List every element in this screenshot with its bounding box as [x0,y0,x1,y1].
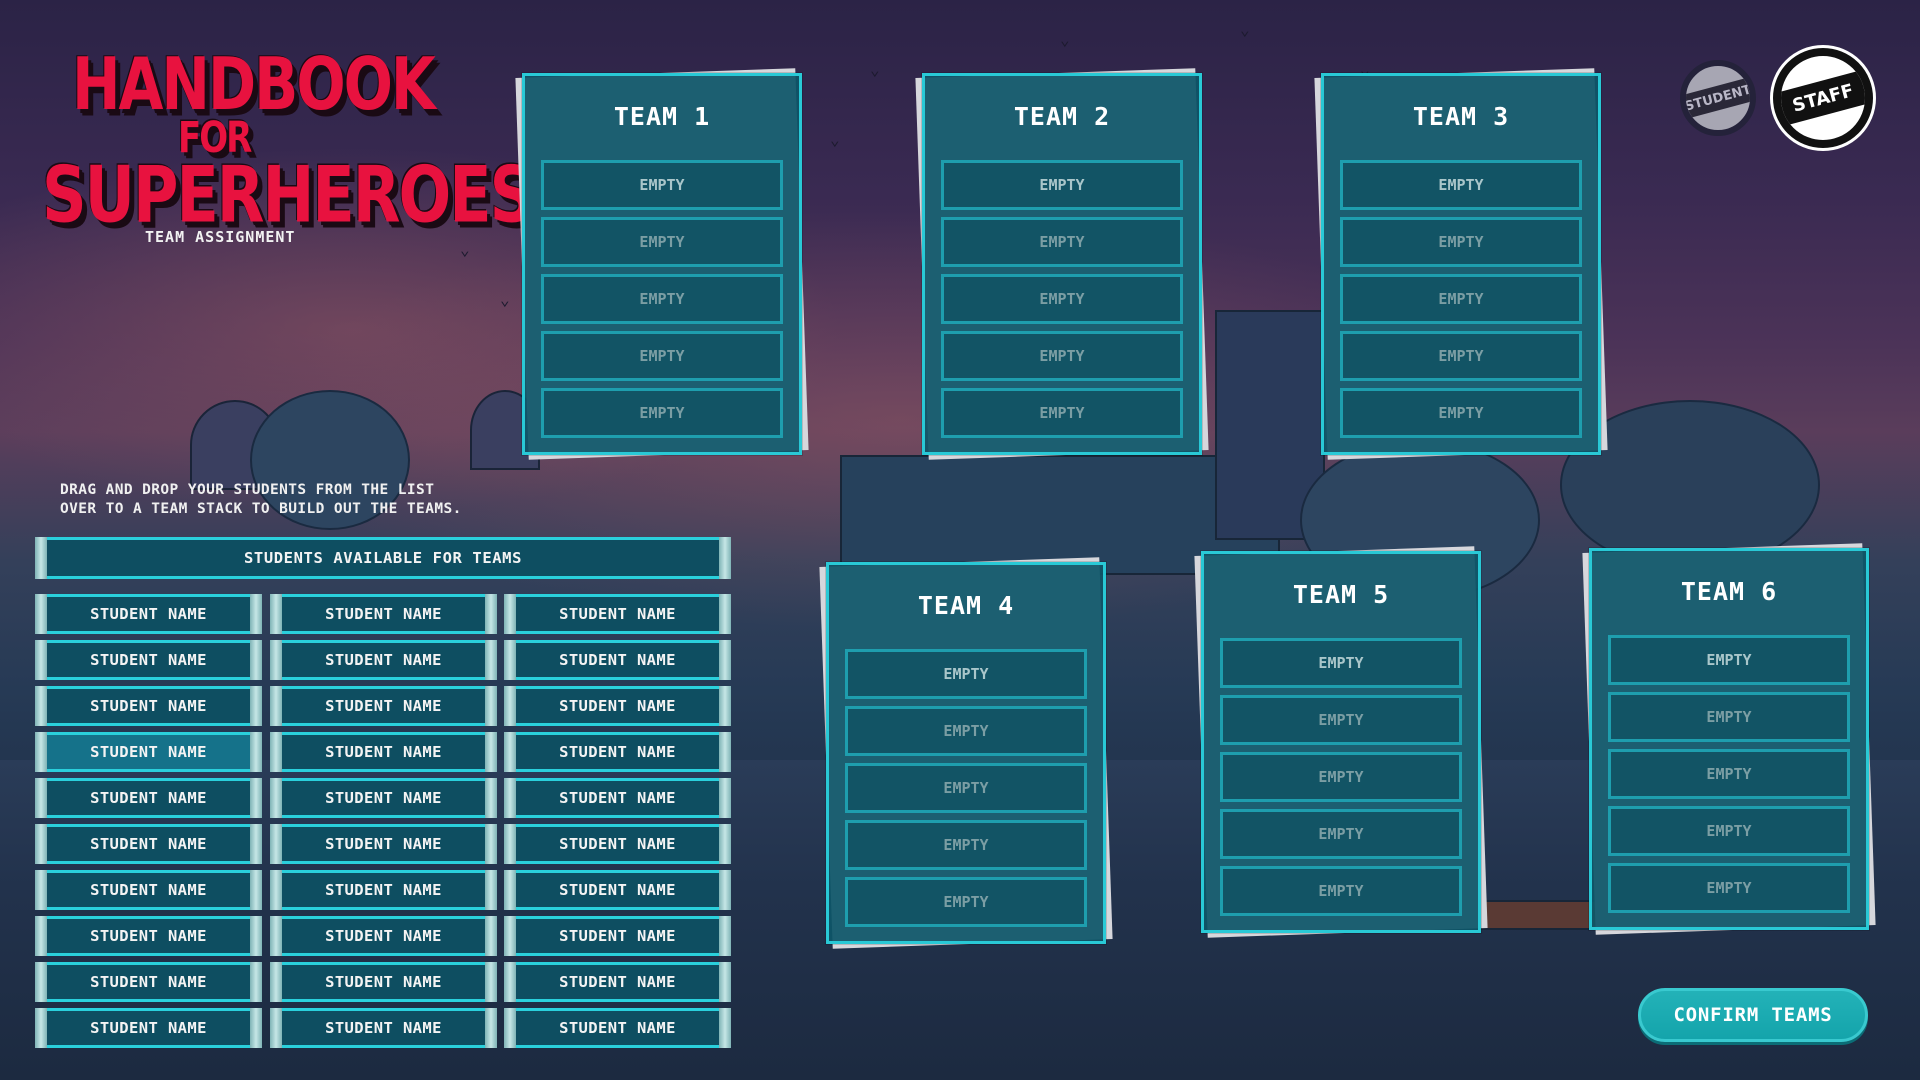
instructions-text: DRAG AND DROP YOUR STUDENTS FROM THE LIS… [60,482,462,517]
team-panel-1[interactable]: TEAM 1 EMPTY EMPTY EMPTY EMPTY EMPTY [515,68,809,460]
team-slot[interactable]: EMPTY [1340,388,1582,438]
student-card[interactable]: STUDENT NAME [35,916,262,956]
student-card[interactable]: STUDENT NAME [504,1008,731,1048]
student-role-label: STUDENT [1686,75,1750,121]
student-card[interactable]: STUDENT NAME [504,686,731,726]
logo-line-handbook: HANDBOOK [72,41,436,127]
team-title: TEAM 2 [1013,102,1111,131]
logo-line-superheroes: SUPERHEROES [42,148,534,241]
team-slot[interactable]: EMPTY [1340,274,1582,324]
team-card: TEAM 3 EMPTY EMPTY EMPTY EMPTY EMPTY [1321,73,1601,455]
student-card[interactable]: STUDENT NAME [504,824,731,864]
team-slot[interactable]: EMPTY [1220,809,1462,859]
student-card[interactable]: STUDENT NAME [35,686,262,726]
team-slot[interactable]: EMPTY [845,820,1087,870]
student-card[interactable]: STUDENT NAME [504,732,731,772]
student-card[interactable]: STUDENT NAME [35,594,262,634]
team-slot[interactable]: EMPTY [845,649,1087,699]
team-panel-2[interactable]: TEAM 2 EMPTY EMPTY EMPTY EMPTY EMPTY [915,68,1209,460]
student-card[interactable]: STUDENT NAME [270,732,497,772]
team-slot[interactable]: EMPTY [845,763,1087,813]
team-slot[interactable]: EMPTY [941,331,1183,381]
team-panel-4[interactable]: TEAM 4 EMPTY EMPTY EMPTY EMPTY EMPTY [819,557,1113,949]
student-card[interactable]: STUDENT NAME [270,824,497,864]
student-card[interactable]: STUDENT NAME [35,824,262,864]
student-card[interactable]: STUDENT NAME [35,870,262,910]
team-slot[interactable]: EMPTY [941,217,1183,267]
staff-role-button[interactable]: STAFF [1773,48,1873,148]
game-logo: HANDBOOK FOR SUPERHEROES [38,40,534,241]
bird-icon: ⌄ [460,240,470,259]
team-title: TEAM 3 [1412,102,1510,131]
student-card[interactable]: STUDENT NAME [270,870,497,910]
team-card: TEAM 6 EMPTY EMPTY EMPTY EMPTY EMPTY [1589,548,1869,930]
bird-icon: ⌄ [500,290,510,309]
team-slot[interactable]: EMPTY [1220,638,1462,688]
student-card[interactable]: STUDENT NAME [270,1008,497,1048]
student-card[interactable]: STUDENT NAME [504,916,731,956]
bird-icon: ⌄ [830,130,840,149]
student-card[interactable]: STUDENT NAME [35,778,262,818]
student-card[interactable]: STUDENT NAME [504,962,731,1002]
team-panel-6[interactable]: TEAM 6 EMPTY EMPTY EMPTY EMPTY EMPTY [1582,543,1876,935]
bird-icon: ⌄ [1240,20,1250,39]
student-role-button[interactable]: STUDENT [1680,60,1756,136]
team-slot[interactable]: EMPTY [845,706,1087,756]
team-slot[interactable]: EMPTY [941,388,1183,438]
team-title: TEAM 1 [613,102,711,131]
team-card: TEAM 5 EMPTY EMPTY EMPTY EMPTY EMPTY [1201,551,1481,933]
team-title: TEAM 4 [917,591,1015,620]
team-slot[interactable]: EMPTY [1340,217,1582,267]
team-panel-3[interactable]: TEAM 3 EMPTY EMPTY EMPTY EMPTY EMPTY [1314,68,1608,460]
team-slot[interactable]: EMPTY [1340,331,1582,381]
team-card: TEAM 4 EMPTY EMPTY EMPTY EMPTY EMPTY [826,562,1106,944]
staff-role-label: STAFF [1781,68,1865,128]
team-slot[interactable]: EMPTY [941,274,1183,324]
team-slot[interactable]: EMPTY [1220,695,1462,745]
student-card[interactable]: STUDENT NAME [270,594,497,634]
team-card: TEAM 1 EMPTY EMPTY EMPTY EMPTY EMPTY [522,73,802,455]
team-slot[interactable]: EMPTY [541,217,783,267]
student-card[interactable]: STUDENT NAME [35,732,262,772]
student-card[interactable]: STUDENT NAME [35,962,262,1002]
team-slot[interactable]: EMPTY [941,160,1183,210]
team-slot[interactable]: EMPTY [541,274,783,324]
student-list-header: STUDENTS AVAILABLE FOR TEAMS [35,537,731,579]
student-card[interactable]: STUDENT NAME [504,778,731,818]
team-slot[interactable]: EMPTY [1220,866,1462,916]
team-slot[interactable]: EMPTY [1340,160,1582,210]
dome-building [190,400,280,490]
team-panel-5[interactable]: TEAM 5 EMPTY EMPTY EMPTY EMPTY EMPTY [1194,546,1488,938]
team-slot[interactable]: EMPTY [541,331,783,381]
team-title: TEAM 5 [1292,580,1390,609]
team-slot[interactable]: EMPTY [1608,749,1850,799]
student-card[interactable]: STUDENT NAME [504,640,731,680]
team-slot[interactable]: EMPTY [845,877,1087,927]
page-subtitle: TEAM ASSIGNMENT [145,228,296,246]
team-slot[interactable]: EMPTY [1608,806,1850,856]
student-card[interactable]: STUDENT NAME [35,640,262,680]
student-card[interactable]: STUDENT NAME [504,594,731,634]
bird-icon: ⌄ [1060,30,1070,49]
student-card[interactable]: STUDENT NAME [270,962,497,1002]
team-slot[interactable]: EMPTY [541,388,783,438]
student-card[interactable]: STUDENT NAME [270,778,497,818]
team-title: TEAM 6 [1680,577,1778,606]
student-card[interactable]: STUDENT NAME [270,640,497,680]
student-card[interactable]: STUDENT NAME [270,916,497,956]
team-slot[interactable]: EMPTY [541,160,783,210]
confirm-teams-button[interactable]: CONFIRM TEAMS [1638,988,1868,1042]
student-card[interactable]: STUDENT NAME [35,1008,262,1048]
team-card: TEAM 2 EMPTY EMPTY EMPTY EMPTY EMPTY [922,73,1202,455]
team-slot[interactable]: EMPTY [1608,863,1850,913]
team-slot[interactable]: EMPTY [1608,635,1850,685]
bird-icon: ⌄ [870,60,880,79]
team-slot[interactable]: EMPTY [1608,692,1850,742]
student-card[interactable]: STUDENT NAME [504,870,731,910]
student-card[interactable]: STUDENT NAME [270,686,497,726]
glass-tower [1215,310,1325,540]
team-slot[interactable]: EMPTY [1220,752,1462,802]
